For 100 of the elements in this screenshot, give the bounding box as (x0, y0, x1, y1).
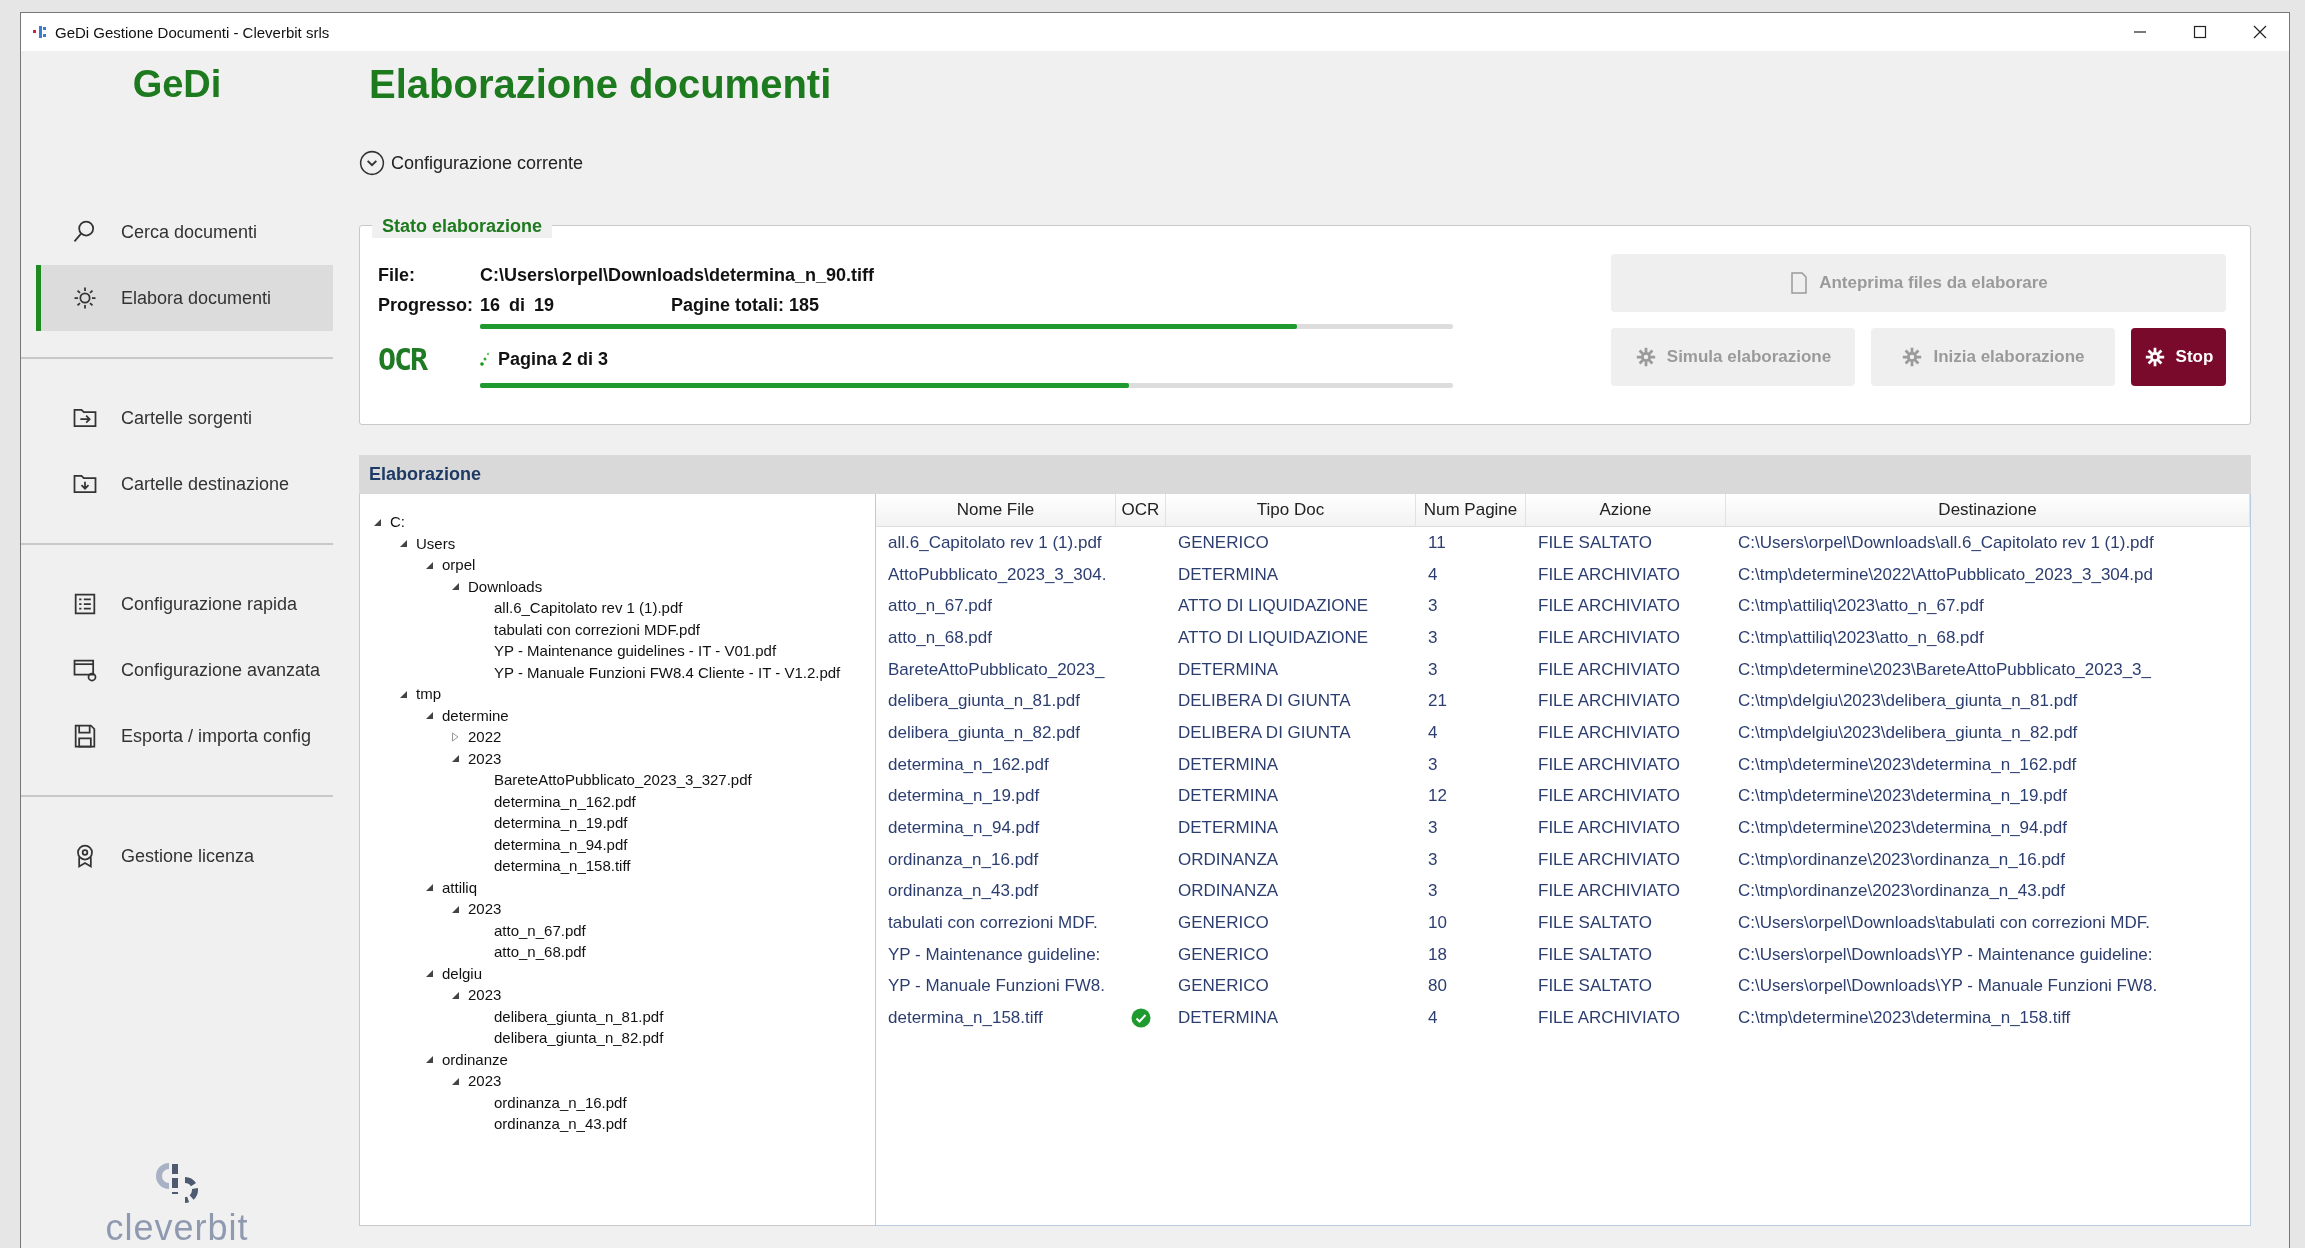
table-cell-text: 12 (1427, 786, 1448, 807)
table-cell-text: C:\tmp\determine\2022\AttoPubblicato_2023_3_304.pd (1737, 564, 2154, 585)
nav-item[interactable]: Cerca documenti (36, 199, 333, 265)
tree-item[interactable]: delgiu (442, 964, 483, 982)
table-row[interactable]: tabulati con correzioni MDF. GENERICO 10 FILE SALTATO C:\Users\orpel\Downloads\tabulati con correzioni MDF. (876, 907, 2250, 939)
tree-item[interactable]: atto_n_67.pdf (494, 921, 586, 939)
nav-item[interactable]: Cartelle destinazione (36, 451, 333, 517)
tree-item[interactable]: 2023 (468, 749, 502, 767)
table-row[interactable]: AttoPubblicato_2023_3_304. DETERMINA 4 FILE ARCHIVIATO C:\tmp\determine\2022\AttoPubblicato_2023_3_304.pd (876, 558, 2250, 591)
table-cell-text: 3 (1427, 818, 1439, 839)
table-cell-text: C:\tmp\attiliq\2023\atto_n_67.pdf (1737, 596, 1985, 617)
table-row[interactable]: YP - Maintenance guideline: GENERICO 18 FILE SALTATO C:\Users\orpel\Downloads\YP - Maintenance guideline: (876, 938, 2250, 971)
table-cell-text: DETERMINA (1177, 564, 1280, 585)
table-row[interactable]: determina_n_158.tiff DETERMINA 4 FILE ARCHIVIATO C:\tmp\determine\2023\determina_n_158.tiff (876, 1002, 2250, 1034)
table-cell-text: FILE ARCHIVIATO (1537, 818, 1682, 839)
table-cell-text: C:\tmp\determine\2023\determina_n_162.pdf (1737, 754, 2078, 775)
column-header[interactable]: OCR (1116, 494, 1166, 526)
column-header[interactable]: Destinazione (1726, 494, 2250, 526)
table-cell-text: 4 (1427, 722, 1439, 743)
tree-item[interactable]: tmp (416, 685, 441, 703)
tree-item[interactable]: ordinanza_n_43.pdf (494, 1115, 627, 1133)
tree-item[interactable]: ordinanze (442, 1050, 508, 1068)
column-header[interactable]: Tipo Doc (1166, 494, 1416, 526)
tree-item[interactable]: determina_n_162.pdf (494, 792, 636, 810)
table-cell-text: GENERICO (1177, 944, 1270, 965)
table-row[interactable]: BareteAttoPubblicato_2023_ DETERMINA 3 FILE ARCHIVIATO C:\tmp\determine\2023\BareteAttoPubblicato_2023_3_ (876, 653, 2250, 686)
table-cell-text: delibera_giunta_n_82.pdf (887, 722, 1081, 743)
column-header[interactable]: Num Pagine (1416, 494, 1526, 526)
tree-item[interactable]: delibera_giunta_n_81.pdf (494, 1007, 664, 1025)
table-cell-text: delibera_giunta_n_81.pdf (887, 691, 1081, 712)
tree-item[interactable]: delibera_giunta_n_82.pdf (494, 1029, 664, 1047)
table-row[interactable]: all.6_Capitolato rev 1 (1).pdf GENERICO 11 FILE SALTATO C:\Users\orpel\Downloads\all.6_Capitolato rev 1 (1).pdf (876, 527, 2250, 559)
tree-item[interactable]: BareteAttoPubblicato_2023_3_327.pdf (494, 771, 752, 789)
expanded-arrow-icon[interactable] (398, 538, 408, 549)
table-cell-text: GENERICO (1177, 532, 1270, 553)
window-title: GeDi Gestione Documenti - Cleverbit srls (55, 23, 330, 41)
tree-item[interactable]: Downloads (468, 577, 543, 595)
expanded-arrow-icon[interactable] (424, 882, 434, 893)
table-cell-text: FILE SALTATO (1537, 913, 1653, 934)
expanded-arrow-icon[interactable] (424, 968, 434, 979)
table-cell-text: ATTO DI LIQUIDAZIONE (1177, 596, 1370, 617)
table-cell-text: C:\tmp\determine\2023\determina_n_94.pdf (1737, 818, 2068, 839)
tree-item[interactable]: determina_n_94.pdf (494, 835, 628, 853)
nav-item[interactable]: Gestione licenza (36, 823, 333, 889)
table-row[interactable]: ordinanza_n_16.pdf ORDINANZA 3 FILE ARCHIVIATO C:\tmp\ordinanze\2023\ordinanza_n_16.pdf (876, 843, 2250, 876)
tree-item[interactable]: all.6_Capitolato rev 1 (1).pdf (494, 599, 683, 617)
tree-item[interactable]: orpel (442, 556, 476, 574)
table-cell-text: C:\tmp\ordinanze\2023\ordinanza_n_43.pdf (1737, 881, 2066, 902)
nav-item[interactable]: Elabora documenti (36, 265, 333, 331)
close-icon[interactable] (2253, 25, 2267, 39)
table-row[interactable]: determina_n_19.pdf DETERMINA 12 FILE ARCHIVIATO C:\tmp\determine\2023\determina_n_19.pdf (876, 780, 2250, 813)
column-header[interactable]: Nome File (876, 494, 1116, 526)
nav-item[interactable]: Configurazione avanzata (36, 637, 333, 703)
nav-item[interactable]: Cartelle sorgenti (36, 385, 333, 451)
table-row[interactable]: delibera_giunta_n_81.pdf DELIBERA DI GIUNTA 21 FILE ARCHIVIATO C:\tmp\delgiu\2023\delibera_giunta_n_81.pdf (876, 685, 2250, 718)
table-cell-text: 80 (1427, 976, 1448, 997)
tree-item[interactable]: 2023 (468, 900, 502, 918)
config-toggle[interactable]: Configurazione corrente (359, 143, 584, 183)
nav-item[interactable]: Esporta / importa config (36, 703, 333, 769)
table-row[interactable]: determina_n_162.pdf DETERMINA 3 FILE ARCHIVIATO C:\tmp\determine\2023\determina_n_162.pdf (876, 748, 2250, 781)
tree-item[interactable]: 2022 (468, 728, 502, 746)
tree-item[interactable]: ordinanza_n_16.pdf (494, 1093, 627, 1111)
table-row[interactable]: ordinanza_n_43.pdf ORDINANZA 3 FILE ARCHIVIATO C:\tmp\ordinanze\2023\ordinanza_n_43.pdf (876, 875, 2250, 908)
tree-item[interactable]: YP - Maintenance guidelines - IT - V01.pdf (494, 642, 777, 660)
collapsed-arrow-icon[interactable] (450, 731, 460, 742)
table-row[interactable]: delibera_giunta_n_82.pdf DELIBERA DI GIUNTA 4 FILE ARCHIVIATO C:\tmp\delgiu\2023\delibera_giunta_n_82.pdf (876, 717, 2250, 749)
tree-item[interactable]: determina_n_158.tiff (494, 857, 631, 875)
tree-item[interactable]: atto_n_68.pdf (494, 943, 586, 961)
tree-item[interactable]: determina_n_19.pdf (494, 814, 628, 832)
tree-item[interactable]: YP - Manuale Funzioni FW8.4 Cliente - IT - V1.2.pdf (494, 663, 841, 681)
nav-item[interactable]: Configurazione rapida (36, 571, 333, 637)
expanded-arrow-icon[interactable] (450, 753, 460, 764)
tree-item[interactable]: Users (416, 534, 456, 552)
maximize-icon[interactable] (2193, 25, 2207, 39)
tree-item[interactable]: 2023 (468, 1072, 502, 1090)
table-row[interactable]: atto_n_68.pdf ATTO DI LIQUIDAZIONE 3 FILE ARCHIVIATO C:\tmp\attiliq\2023\atto_n_68.pdf (876, 622, 2250, 654)
table-row[interactable]: determina_n_94.pdf DETERMINA 3 FILE ARCHIVIATO C:\tmp\determine\2023\determina_n_94.pdf (876, 812, 2250, 844)
table-cell-text: determina_n_162.pdf (887, 754, 1050, 775)
tree-item[interactable]: attiliq (442, 878, 478, 896)
expanded-arrow-icon[interactable] (424, 710, 434, 721)
table-cell-text: ORDINANZA (1177, 881, 1280, 902)
expanded-arrow-icon[interactable] (450, 581, 460, 592)
action-button[interactable]: Stop (2131, 328, 2226, 386)
expanded-arrow-icon[interactable] (424, 1054, 434, 1065)
table-cell-text: FILE ARCHIVIATO (1537, 881, 1682, 902)
table-cell-text: 3 (1427, 627, 1439, 648)
table-row[interactable]: YP - Manuale Funzioni FW8. GENERICO 80 FILE SALTATO C:\Users\orpel\Downloads\YP - Manuale Funzioni FW8. (876, 970, 2250, 1003)
table-row[interactable]: atto_n_67.pdf ATTO DI LIQUIDAZIONE 3 FILE ARCHIVIATO C:\tmp\attiliq\2023\atto_n_67.pdf (876, 590, 2250, 623)
tree-item[interactable]: C: (390, 513, 405, 531)
total-pages: Pagine totali: 185 (671, 294, 820, 316)
table-cell-text: FILE ARCHIVIATO (1537, 786, 1682, 807)
tree-item[interactable]: 2023 (468, 986, 502, 1004)
tree-item[interactable]: tabulati con correzioni MDF.pdf (494, 620, 700, 638)
table-cell-text: 21 (1427, 691, 1448, 712)
column-header[interactable]: Azione (1526, 494, 1726, 526)
table-cell-text: C:\tmp\attiliq\2023\atto_n_68.pdf (1737, 627, 1985, 648)
table-cell-text: C:\tmp\determine\2023\determina_n_19.pdf (1737, 786, 2068, 807)
table-cell-text: GENERICO (1177, 976, 1270, 997)
tree-item[interactable]: determine (442, 706, 509, 724)
table-cell-text: FILE ARCHIVIATO (1537, 564, 1682, 585)
